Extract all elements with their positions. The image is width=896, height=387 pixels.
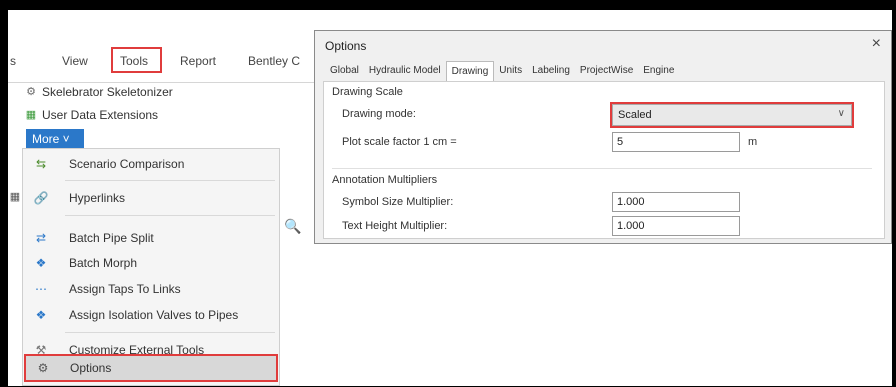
plot-scale-unit: m	[748, 136, 758, 148]
tab-drawing[interactable]: Drawing	[445, 61, 495, 82]
menu-item-label: Batch Pipe Split	[69, 231, 154, 245]
plot-scale-label: Plot scale factor 1 cm =	[342, 136, 457, 148]
user-data-label: User Data Extensions	[42, 108, 159, 122]
menu-item-options[interactable]: ⚙ Options	[24, 354, 278, 382]
menu-item-label: Hyperlinks	[69, 191, 126, 205]
section-divider	[332, 168, 872, 169]
tab-labeling[interactable]: Labeling	[527, 61, 575, 81]
tab-projectwise[interactable]: ProjectWise	[575, 61, 638, 81]
menu-item-batch-morph[interactable]: ❖ Batch Morph	[23, 250, 279, 276]
options-icon: ⚙	[37, 361, 49, 375]
symbol-size-field[interactable]: 1.000	[612, 192, 740, 212]
user-data-extensions-button[interactable]: ▦ User Data Extensions	[24, 108, 158, 122]
zoom-icon[interactable]: 🔍	[284, 218, 301, 235]
tab-units[interactable]: Units	[494, 61, 527, 81]
pipe-split-icon: ⇄	[35, 231, 47, 245]
menu-item-label: Assign Taps To Links	[69, 282, 181, 296]
menu-separator	[65, 180, 275, 181]
menu-item-scenario-comparison[interactable]: ⇆ Scenario Comparison	[23, 151, 279, 177]
tab-report[interactable]: Report	[180, 54, 216, 68]
morph-icon: ❖	[35, 256, 47, 270]
tab-bentley[interactable]: Bentley C	[248, 54, 300, 68]
skelebrator-button[interactable]: ⚙ Skelebrator Skeletonizer	[24, 85, 173, 99]
symbol-size-label: Symbol Size Multiplier:	[342, 196, 454, 208]
skelebrator-label: Skelebrator Skeletonizer	[42, 85, 173, 99]
more-dropdown-button[interactable]: More ˅	[26, 129, 84, 149]
user-data-icon: ▦	[25, 109, 37, 121]
section-annotation: Annotation Multipliers	[332, 174, 438, 186]
ribbon-divider	[8, 82, 318, 83]
tab-view[interactable]: View	[62, 54, 88, 68]
tap-icon: ⋯	[35, 282, 47, 296]
menu-separator	[65, 332, 275, 333]
hyperlink-icon: 🔗	[33, 191, 49, 205]
left-toolbar-strip: ▦	[8, 180, 22, 240]
valve-icon: ❖	[35, 308, 47, 322]
text-height-label: Text Height Multiplier:	[342, 220, 448, 232]
menu-item-label: Scenario Comparison	[69, 157, 185, 171]
menu-item-label: Options	[70, 361, 112, 375]
tools-tab-highlight	[111, 47, 162, 73]
drawing-panel: Drawing Scale Drawing mode: Scaled ∨ Plo…	[323, 81, 885, 239]
options-dialog: Options × Global Hydraulic Model Drawing…	[314, 30, 892, 244]
close-icon[interactable]: ×	[872, 35, 881, 53]
drawing-mode-highlight	[610, 102, 854, 128]
grid-icon: ▦	[9, 191, 21, 203]
menu-item-hyperlinks[interactable]: 🔗 Hyperlinks	[23, 185, 279, 211]
more-dropdown-menu: ⇆ Scenario Comparison 🔗 Hyperlinks ⇄ Bat…	[22, 148, 280, 386]
tab-hydraulic-model[interactable]: Hydraulic Model	[364, 61, 446, 81]
menu-item-assign-isolation-valves[interactable]: ❖ Assign Isolation Valves to Pipes	[23, 302, 279, 328]
menu-separator	[65, 215, 275, 216]
section-drawing-scale: Drawing Scale	[332, 86, 403, 98]
scenario-compare-icon: ⇆	[35, 157, 47, 171]
tab-global[interactable]: Global	[325, 61, 364, 81]
menu-item-label: Batch Morph	[69, 256, 138, 270]
text-height-field[interactable]: 1.000	[612, 216, 740, 236]
tab-partial[interactable]: s	[10, 54, 16, 68]
dialog-tabs: Global Hydraulic Model Drawing Units Lab…	[325, 61, 679, 82]
plot-scale-field[interactable]: 5	[612, 132, 740, 152]
drawing-mode-label: Drawing mode:	[342, 108, 416, 120]
menu-item-assign-taps[interactable]: ⋯ Assign Taps To Links	[23, 276, 279, 302]
menu-item-label: Assign Isolation Valves to Pipes	[69, 308, 239, 322]
dialog-title: Options	[325, 39, 367, 53]
tab-engine[interactable]: Engine	[638, 61, 679, 81]
menu-item-batch-pipe-split[interactable]: ⇄ Batch Pipe Split	[23, 225, 279, 251]
skeleton-icon: ⚙	[26, 86, 36, 98]
app-window: s View Tools Report Bentley C ⚙ Skelebra…	[8, 10, 892, 386]
